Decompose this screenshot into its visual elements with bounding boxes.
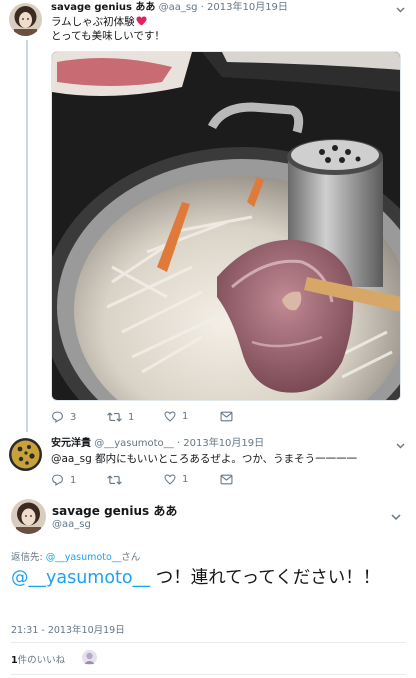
chevron-down-icon[interactable] [391,514,401,524]
likes-count: 1 [11,655,18,666]
like-count: 1 [182,474,189,485]
display-name[interactable]: savage genius ああ [51,2,155,13]
likes-label: 件のいいね [17,655,66,666]
tweet-text: @aa_sg 都内にもいいところあるぜよ。つか、うまそう一一一一 [51,453,358,465]
shabu-shabu-photo [52,52,400,400]
reply-icon [52,474,63,486]
avatar-image [9,3,42,36]
tweet-date[interactable]: 2013年10月19日 [207,2,288,13]
avatar-image [9,438,42,471]
tweet-header: savage genius ああ @aa_sg · 2013年10月19日 [51,1,288,15]
divider [11,674,406,675]
retweet-button[interactable] [107,474,128,486]
reply-to-suffix: さん [121,552,141,563]
retweet-count: 1 [128,411,135,423]
reply-to-label: 返信先: [11,552,43,563]
like-button[interactable]: 1 [164,411,188,422]
tweet-actions: 3 1 1 [51,411,401,427]
avatar[interactable] [9,3,42,36]
direct-message-icon [220,474,233,485]
reply-button[interactable]: 3 [51,411,76,423]
tweet-2[interactable]: 安元洋貴 @__yasumoto__ · 2013年10月19日 @aa_sg … [0,434,416,494]
tweet-1[interactable]: savage genius ああ @aa_sg · 2013年10月19日 ラム… [0,0,416,430]
main-tweet-body: つ！連れてってください！！ [150,568,381,588]
tweet-timestamp[interactable]: 21:31 - 2013年10月19日 [11,622,125,636]
chevron-down-icon[interactable] [396,442,405,452]
liker-avatar[interactable] [82,650,97,665]
avatar[interactable] [11,499,46,534]
avatar-image [11,499,46,534]
like-button[interactable]: 1 [164,474,188,485]
separator: · [176,438,181,449]
divider [11,642,406,643]
tweet-text: ラムしゃぶ初体験 とっても美味しいです！ [51,15,165,43]
tweet-photo[interactable] [51,51,401,401]
tweet-actions: 1 1 [51,474,401,490]
like-count: 1 [182,411,189,422]
reply-to-user-link[interactable]: @__yasumoto__ [46,552,122,563]
direct-message-icon [220,411,233,422]
handle[interactable]: @__yasumoto__ [94,438,174,449]
reply-to-line: 返信先: @__yasumoto__さん [11,549,140,563]
main-tweet-text: @__yasumoto__ つ！連れてってください！！ [11,566,406,590]
display-name[interactable]: savage genius ああ [52,502,177,519]
like-icon [164,411,176,422]
dm-button[interactable] [220,474,233,485]
retweet-icon [107,412,122,422]
separator: · [200,2,204,13]
likes-summary[interactable]: 1件のいいね [11,652,65,666]
reply-button[interactable]: 1 [51,474,76,486]
heart-emoji-icon [136,16,147,26]
mention-link[interactable]: @__yasumoto__ [11,568,150,588]
tweet-text-line-1: ラムしゃぶ初体験 [51,16,135,28]
reply-count: 3 [70,411,77,423]
retweet-button[interactable]: 1 [107,411,134,423]
handle[interactable]: @aa_sg [52,519,91,530]
reply-icon [52,411,63,423]
liker-avatar-image [82,650,97,665]
avatar[interactable] [9,438,42,471]
reply-count: 1 [70,474,77,486]
display-name[interactable]: 安元洋貴 [51,438,91,449]
tweet-header: 安元洋貴 @__yasumoto__ · 2013年10月19日 [51,437,264,451]
tweet-text-line-2: とっても美味しいです！ [51,30,165,42]
retweet-icon [107,475,122,485]
handle[interactable]: @aa_sg [159,2,198,13]
dm-button[interactable] [220,411,233,422]
like-icon [164,474,176,485]
tweet-date[interactable]: 2013年10月19日 [183,438,264,449]
chevron-down-icon[interactable] [396,6,405,16]
